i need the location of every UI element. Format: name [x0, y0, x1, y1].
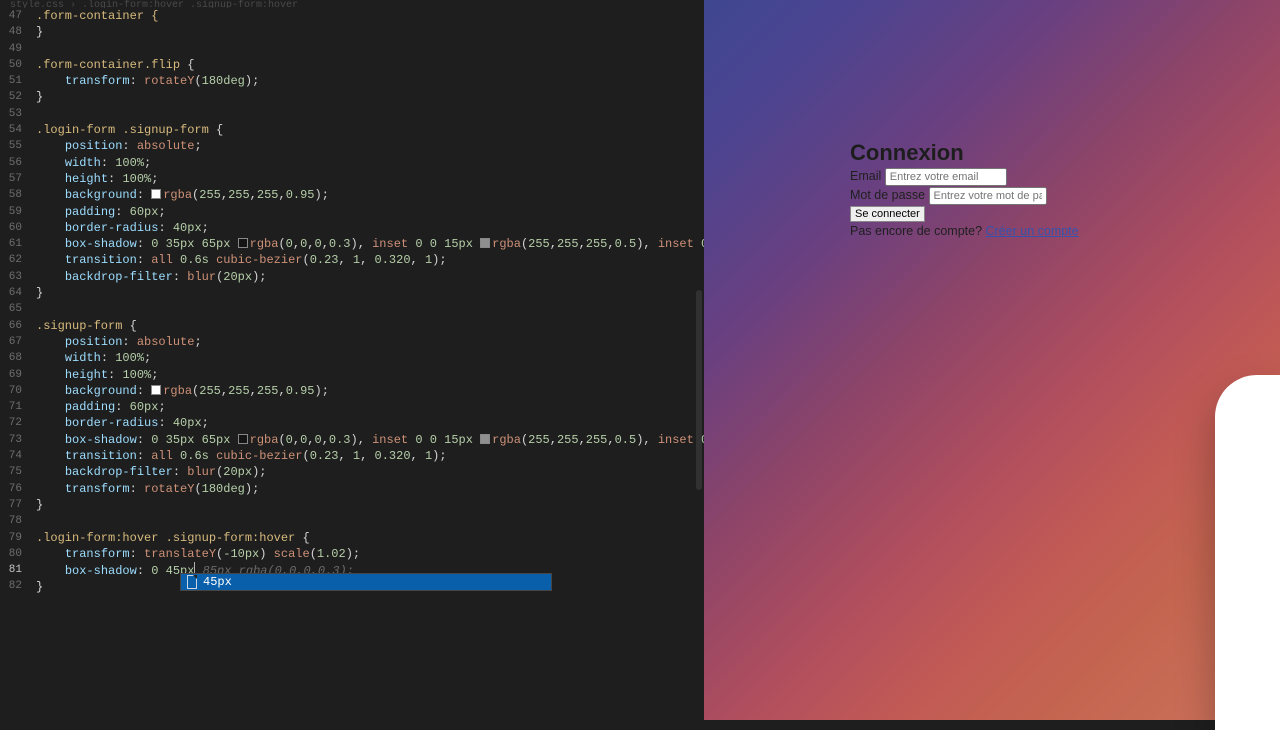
password-field[interactable] — [929, 187, 1047, 205]
login-form: Connexion Email Mot de passe Se connecte… — [850, 140, 1079, 238]
signup-card-peek — [1215, 375, 1280, 730]
email-label: Email — [850, 169, 881, 183]
autocomplete-item[interactable]: 45px — [181, 574, 551, 590]
editor-pane: style.css › .login-form:hover .signup-fo… — [0, 0, 704, 720]
create-account-link[interactable]: Créer un compte — [986, 224, 1079, 238]
footer-text: Pas encore de compte? — [850, 224, 982, 238]
password-label: Mot de passe — [850, 188, 925, 202]
code-area[interactable]: 4748495051525354555657585960616263646566… — [0, 8, 704, 596]
autocomplete-label: 45px — [203, 575, 232, 589]
scrollbar-thumb[interactable] — [696, 290, 702, 490]
breadcrumb[interactable]: style.css › .login-form:hover .signup-fo… — [0, 0, 704, 8]
preview-pane: Connexion Email Mot de passe Se connecte… — [704, 0, 1280, 720]
autocomplete-popup[interactable]: 45px — [180, 573, 552, 591]
submit-button[interactable]: Se connecter — [850, 206, 925, 222]
code-content[interactable]: .form-container {} .form-container.flip … — [26, 8, 704, 596]
form-title: Connexion — [850, 140, 1079, 166]
value-icon — [187, 575, 197, 589]
email-field[interactable] — [885, 168, 1007, 186]
line-gutter: 4748495051525354555657585960616263646566… — [0, 8, 26, 596]
